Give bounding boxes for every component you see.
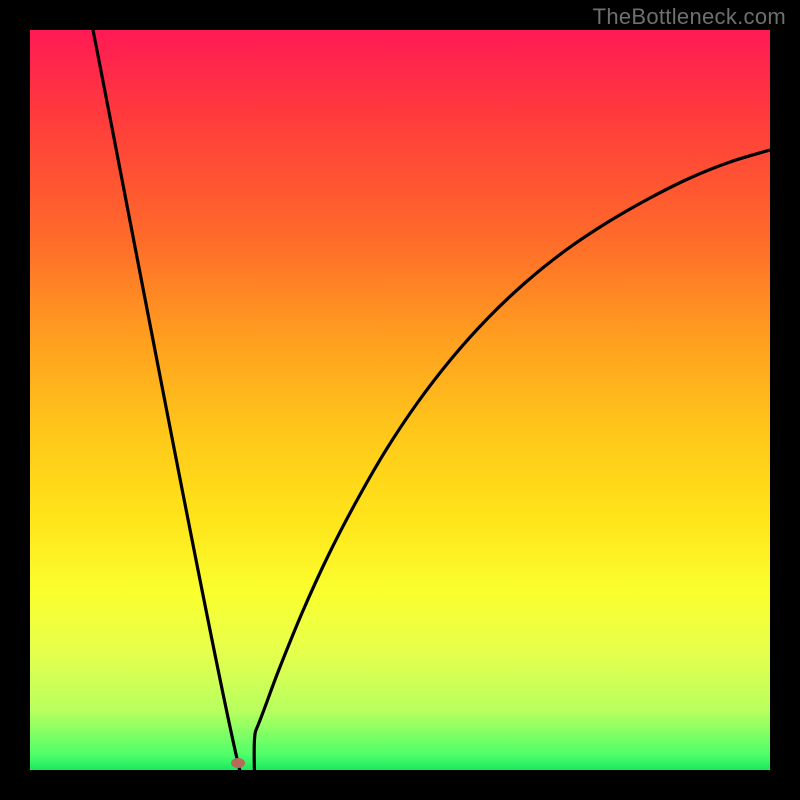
bottleneck-curve (93, 30, 770, 770)
chart-frame: TheBottleneck.com (0, 0, 800, 800)
curve-svg (30, 30, 770, 770)
watermark-label: TheBottleneck.com (593, 4, 786, 30)
plot-area (30, 30, 770, 770)
minimum-marker-icon (231, 758, 245, 768)
